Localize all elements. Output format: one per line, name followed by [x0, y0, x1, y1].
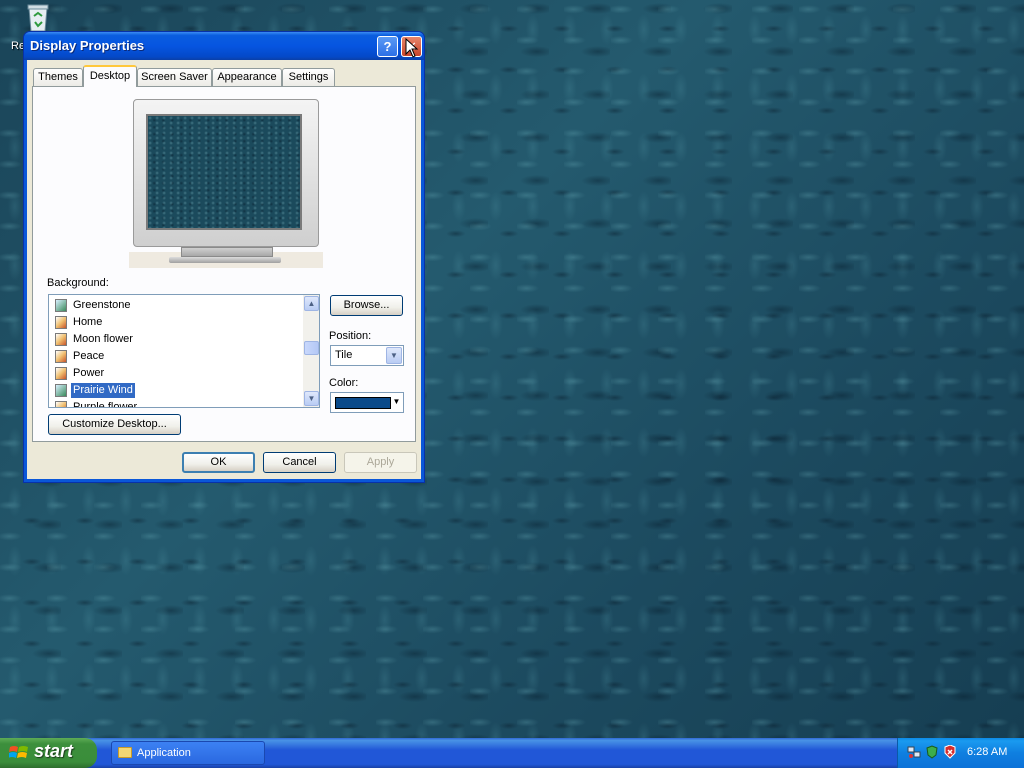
list-item[interactable]: Home: [55, 314, 295, 331]
tab-desktop[interactable]: Desktop: [83, 65, 137, 87]
apply-button[interactable]: Apply: [344, 452, 417, 473]
scroll-thumb[interactable]: [304, 341, 319, 355]
security-icon[interactable]: [925, 745, 939, 759]
color-picker-button[interactable]: ▼: [330, 392, 404, 413]
image-file-icon: [55, 401, 67, 407]
desktop-tab-panel: Background: Greenstone Home Moon flower …: [32, 86, 416, 442]
listbox-scrollbar[interactable]: ▲ ▼: [303, 295, 319, 407]
tab-appearance[interactable]: Appearance: [212, 68, 282, 86]
clock[interactable]: 6:28 AM: [967, 746, 1007, 758]
customize-desktop-button[interactable]: Customize Desktop...: [48, 414, 181, 435]
preview-screen: [146, 114, 302, 230]
color-label: Color:: [329, 377, 359, 389]
position-select[interactable]: Tile ▼: [330, 345, 404, 366]
list-item-selected[interactable]: Prairie Wind: [55, 382, 295, 399]
taskbar: start Application 6:28 AM: [0, 738, 1024, 768]
recycle-bin-icon: [27, 4, 49, 32]
tab-screen-saver[interactable]: Screen Saver: [137, 68, 212, 86]
display-properties-window: Display Properties ? ✕ Themes Desktop Sc…: [23, 31, 425, 483]
cancel-button[interactable]: Cancel: [263, 452, 336, 473]
taskbar-button-application[interactable]: Application: [111, 741, 265, 765]
image-file-icon: [55, 333, 67, 346]
help-button[interactable]: ?: [377, 36, 398, 57]
image-file-icon: [55, 384, 67, 397]
monitor-preview: [133, 99, 319, 247]
background-listbox[interactable]: Greenstone Home Moon flower Peace Power: [48, 294, 320, 408]
shield-alert-icon[interactable]: [943, 745, 957, 759]
scroll-up-icon[interactable]: ▲: [304, 296, 319, 311]
image-file-icon: [55, 367, 67, 380]
folder-icon: [118, 747, 132, 758]
list-item[interactable]: Power: [55, 365, 295, 382]
background-label: Background:: [47, 277, 109, 289]
tab-settings[interactable]: Settings: [282, 68, 335, 86]
start-label: start: [34, 741, 74, 761]
chevron-down-icon[interactable]: ▼: [386, 347, 402, 364]
monitor-stand: [181, 247, 273, 257]
system-tray: 6:28 AM: [897, 738, 1024, 768]
list-item[interactable]: Moon flower: [55, 331, 295, 348]
tab-themes[interactable]: Themes: [33, 68, 83, 86]
windows-logo-icon: [9, 746, 28, 758]
mouse-cursor-icon: [405, 38, 419, 58]
start-button[interactable]: start: [0, 738, 97, 768]
image-file-icon: [55, 316, 67, 329]
monitor-base: [169, 257, 281, 263]
scroll-down-icon[interactable]: ▼: [304, 391, 319, 406]
network-icon[interactable]: [907, 745, 921, 759]
browse-button[interactable]: Browse...: [330, 295, 403, 316]
list-item[interactable]: Purple flower: [55, 399, 295, 407]
image-file-icon: [55, 350, 67, 363]
window-client-area: Themes Desktop Screen Saver Appearance S…: [27, 60, 421, 479]
ok-button[interactable]: OK: [182, 452, 255, 473]
image-file-icon: [55, 299, 67, 312]
position-label: Position:: [329, 330, 372, 342]
window-title: Display Properties: [30, 38, 145, 53]
list-item[interactable]: Peace: [55, 348, 295, 365]
title-bar[interactable]: Display Properties ? ✕: [24, 32, 424, 60]
color-swatch: [335, 397, 391, 409]
chevron-down-icon[interactable]: ▼: [391, 394, 402, 411]
list-item[interactable]: Greenstone: [55, 297, 295, 314]
